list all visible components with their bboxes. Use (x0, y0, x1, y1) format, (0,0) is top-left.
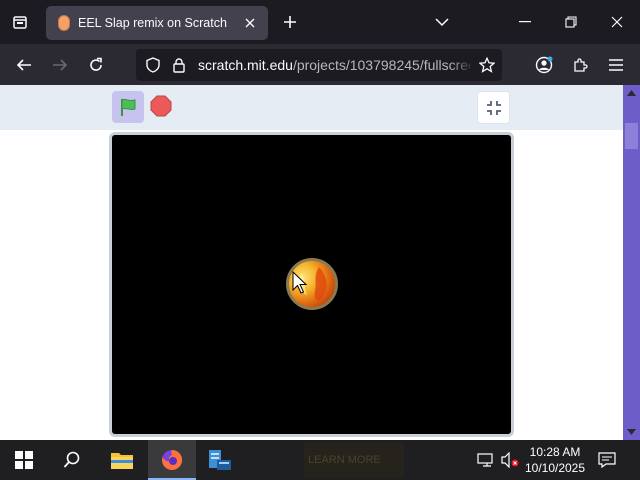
tracking-protection-shield-icon[interactable] (144, 56, 162, 74)
padlock-icon[interactable] (170, 56, 188, 74)
scratch-favicon-icon (58, 15, 70, 31)
system-clock[interactable]: 10:28 AM 10/10/2025 (524, 444, 586, 476)
stage-header (0, 85, 623, 130)
address-bar[interactable]: scratch.mit.edu/projects/103798245/fulls… (136, 49, 502, 81)
project-stage[interactable] (109, 132, 514, 437)
windows-taskbar: LEARN MORE 10:28 AM 10/10/2025 (0, 440, 640, 480)
stop-button[interactable] (148, 93, 174, 119)
url-domain: scratch.mit.edu (198, 57, 293, 73)
server-manager-icon (209, 450, 231, 470)
exit-fullscreen-icon (486, 100, 501, 115)
ad-text: LEARN MORE (308, 454, 381, 466)
close-tab-icon[interactable] (242, 15, 258, 31)
minimize-icon[interactable] (510, 8, 540, 36)
start-button[interactable] (0, 440, 48, 480)
scroll-up-arrow-icon[interactable] (623, 85, 640, 101)
mouse-pointer-icon (292, 271, 308, 294)
tab-strip: EEL Slap remix on Scratch (0, 0, 640, 44)
bookmark-star-icon[interactable] (478, 56, 496, 74)
file-explorer-button[interactable] (98, 440, 146, 480)
account-icon[interactable] (532, 53, 556, 77)
green-flag-button[interactable] (112, 91, 144, 123)
extensions-puzzle-icon[interactable] (568, 53, 592, 77)
notifications-icon[interactable] (597, 450, 617, 470)
network-icon[interactable] (476, 450, 496, 470)
active-tab[interactable]: EEL Slap remix on Scratch (46, 6, 268, 40)
restore-icon[interactable] (556, 8, 586, 36)
clock-date: 10/10/2025 (524, 461, 586, 475)
search-icon (63, 451, 80, 468)
scroll-thumb[interactable] (625, 123, 638, 149)
page-viewport (0, 85, 623, 440)
tab-title: EEL Slap remix on Scratch (78, 16, 227, 30)
list-all-tabs-chevron-icon[interactable] (432, 12, 452, 32)
firefox-taskbar-button[interactable] (148, 440, 196, 480)
url-path: /projects/103798245/fullscreen (292, 57, 470, 73)
green-flag-icon (121, 98, 136, 116)
close-window-icon[interactable] (602, 8, 632, 36)
folder-icon (111, 453, 133, 469)
hamburger-menu-icon[interactable] (604, 53, 628, 77)
volume-muted-icon[interactable] (500, 450, 520, 470)
server-manager-button[interactable] (196, 440, 244, 480)
firefox-view-icon[interactable] (8, 10, 32, 34)
firefox-logo-icon (162, 449, 183, 470)
forward-arrow-icon[interactable] (48, 53, 72, 77)
exit-fullscreen-button[interactable] (477, 91, 510, 124)
back-arrow-icon[interactable] (12, 53, 36, 77)
page-scrollbar[interactable] (623, 85, 640, 440)
search-button[interactable] (48, 440, 96, 480)
url-fade (450, 49, 474, 81)
stop-sign-icon (150, 95, 172, 117)
navigation-toolbar: scratch.mit.edu/projects/103798245/fulls… (0, 44, 640, 85)
url-text[interactable]: scratch.mit.edu/projects/103798245/fulls… (198, 57, 470, 73)
windows-logo-icon (15, 451, 33, 469)
clock-time: 10:28 AM (529, 445, 581, 459)
reload-icon[interactable] (84, 53, 108, 77)
ad-thumbnail: LEARN MORE (304, 442, 404, 478)
new-tab-icon[interactable] (280, 12, 300, 32)
scroll-down-arrow-icon[interactable] (623, 424, 640, 440)
